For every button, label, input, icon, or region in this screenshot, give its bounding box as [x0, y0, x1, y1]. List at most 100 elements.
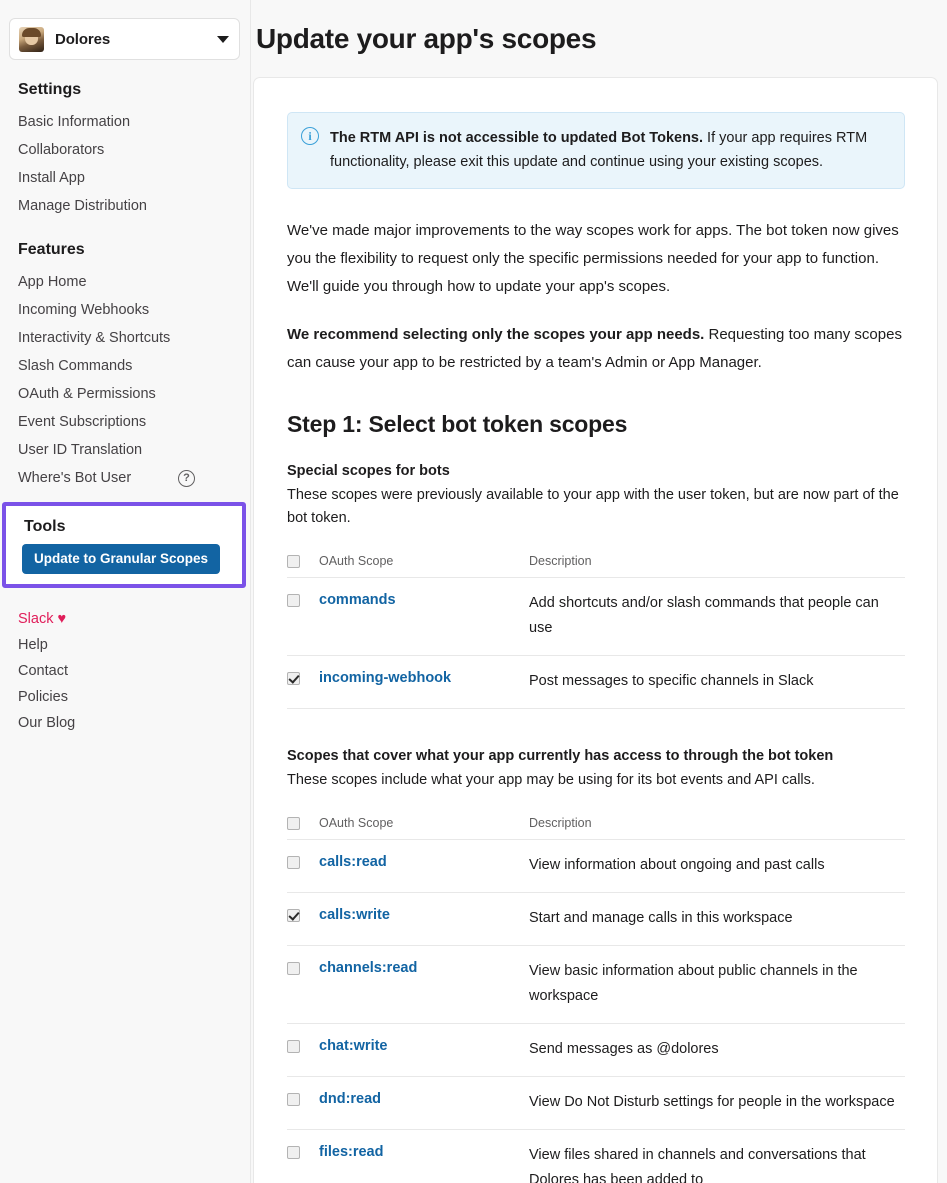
scope-checkbox-commands[interactable] [287, 594, 300, 607]
row-scope-cell: dnd:read [319, 1076, 529, 1130]
row-description-cell: Add shortcuts and/or slash commands that… [529, 577, 905, 656]
bot-token-scopes-title: Scopes that cover what your app currentl… [287, 748, 834, 764]
scope-checkbox-chat-write[interactable] [287, 1040, 300, 1053]
table-row: dnd:read View Do Not Disturb settings fo… [287, 1076, 905, 1130]
sidebar-item-basic-information[interactable]: Basic Information [0, 108, 250, 136]
footer-link-our-blog[interactable]: Our Blog [0, 710, 250, 736]
bot-token-scopes-table: OAuth Scope Description calls:read View … [287, 810, 905, 1183]
sidebar-item-interactivity-shortcuts[interactable]: Interactivity & Shortcuts [0, 324, 250, 352]
update-to-granular-scopes-button[interactable]: Update to Granular Scopes [22, 544, 221, 574]
footer-link-help[interactable]: Help [0, 632, 250, 658]
row-description-cell: View basic information about public chan… [529, 945, 905, 1024]
select-all-checkbox[interactable] [287, 817, 300, 830]
rtm-info-banner: i The RTM API is not accessible to updat… [287, 112, 905, 189]
chevron-down-icon[interactable] [217, 35, 229, 43]
row-scope-cell: chat:write [319, 1023, 529, 1077]
table-row: commands Add shortcuts and/or slash comm… [287, 577, 905, 656]
scope-link-channels-read[interactable]: channels:read [319, 960, 417, 976]
avatar [19, 26, 44, 52]
page-title: Update your app's scopes [256, 23, 597, 54]
select-all-checkbox[interactable] [287, 555, 300, 568]
sidebar-item-event-subscriptions[interactable]: Event Subscriptions [0, 408, 250, 436]
info-circle-icon: i [301, 127, 319, 145]
column-header-description: Description [529, 810, 905, 840]
row-checkbox-cell [287, 945, 319, 1024]
sidebar-item-slash-commands[interactable]: Slash Commands [0, 352, 250, 380]
select-all-header-cell [287, 810, 319, 840]
row-description-cell: View Do Not Disturb settings for people … [529, 1076, 905, 1130]
scope-checkbox-incoming-webhook[interactable] [287, 672, 300, 685]
scope-checkbox-calls-read[interactable] [287, 856, 300, 869]
table-row: files:read View files shared in channels… [287, 1129, 905, 1183]
sidebar-item-oauth-permissions[interactable]: OAuth & Permissions [0, 380, 250, 408]
team-name: Dolores [55, 30, 111, 48]
scope-link-files-read[interactable]: files:read [319, 1144, 383, 1160]
row-description-cell: View files shared in channels and conver… [529, 1129, 905, 1183]
footer-link-contact[interactable]: Contact [0, 658, 250, 684]
table-row: incoming-webhook Post messages to specif… [287, 655, 905, 709]
table-header-row: OAuth Scope Description [287, 548, 905, 578]
question-mark-icon[interactable]: ? [178, 469, 195, 487]
row-description-cell: Start and manage calls in this workspace [529, 892, 905, 946]
info-banner-bold: The RTM API is not accessible to updated… [330, 130, 704, 146]
sidebar-item-collaborators[interactable]: Collaborators [0, 136, 250, 164]
row-scope-cell: commands [319, 577, 529, 656]
scope-checkbox-dnd-read[interactable] [287, 1093, 300, 1106]
scope-link-calls-read[interactable]: calls:read [319, 854, 387, 870]
row-scope-cell: calls:write [319, 892, 529, 946]
row-scope-cell: incoming-webhook [319, 655, 529, 709]
column-header-oauth-scope: OAuth Scope [319, 810, 529, 840]
scope-link-chat-write[interactable]: chat:write [319, 1038, 388, 1054]
app-root: Dolores Settings Basic Information Colla… [0, 0, 947, 1183]
sidebar-section-features: Features App Home Incoming Webhooks Inte… [0, 241, 250, 492]
row-checkbox-cell [287, 1076, 319, 1130]
row-scope-cell: channels:read [319, 945, 529, 1024]
table-row: calls:read View information about ongoin… [287, 839, 905, 893]
special-scopes-title: Special scopes for bots [287, 463, 450, 479]
scope-checkbox-calls-write[interactable] [287, 909, 300, 922]
row-checkbox-cell [287, 1129, 319, 1183]
team-switcher[interactable]: Dolores [9, 18, 240, 60]
scope-checkbox-channels-read[interactable] [287, 962, 300, 975]
sidebar-item-app-home[interactable]: App Home [0, 268, 250, 296]
intro-paragraph-1: We've made major improvements to the way… [287, 222, 899, 295]
sidebar-item-incoming-webhooks[interactable]: Incoming Webhooks [0, 296, 250, 324]
table-header-row: OAuth Scope Description [287, 810, 905, 840]
scope-link-incoming-webhook[interactable]: incoming-webhook [319, 670, 451, 686]
scope-link-calls-write[interactable]: calls:write [319, 907, 390, 923]
tools-highlight-box: Tools Update to Granular Scopes [2, 502, 246, 588]
content-card: i The RTM API is not accessible to updat… [253, 77, 938, 1183]
recommend-bold: We recommend selecting only the scopes y… [287, 326, 705, 343]
footer-slack-label: Slack [18, 611, 54, 627]
row-checkbox-cell [287, 577, 319, 656]
sidebar-item-install-app[interactable]: Install App [0, 164, 250, 192]
scope-link-commands[interactable]: commands [319, 592, 396, 608]
row-checkbox-cell [287, 892, 319, 946]
sidebar-footer: Slack ♥ Help Contact Policies Our Blog [0, 606, 250, 736]
sidebar: Dolores Settings Basic Information Colla… [0, 0, 251, 1183]
info-banner-text: The RTM API is not accessible to updated… [330, 126, 890, 174]
bot-token-scopes-description: These scopes include what your app may b… [287, 772, 815, 788]
scope-checkbox-files-read[interactable] [287, 1146, 300, 1159]
scope-link-dnd-read[interactable]: dnd:read [319, 1091, 381, 1107]
footer-link-policies[interactable]: Policies [0, 684, 250, 710]
table-row: calls:write Start and manage calls in th… [287, 892, 905, 946]
select-all-header-cell [287, 548, 319, 578]
sidebar-item-manage-distribution[interactable]: Manage Distribution [0, 192, 250, 220]
sidebar-section-settings: Settings Basic Information Collaborators… [0, 81, 250, 220]
row-description-cell: Post messages to specific channels in Sl… [529, 655, 905, 709]
column-header-description: Description [529, 548, 905, 578]
sidebar-item-wheres-bot-user[interactable]: Where's Bot User ? [0, 464, 250, 492]
row-scope-cell: calls:read [319, 839, 529, 893]
row-checkbox-cell [287, 1023, 319, 1077]
intro-paragraph-2: We recommend selecting only the scopes y… [287, 321, 905, 377]
step-1-title: Step 1: Select bot token scopes [287, 411, 628, 437]
main-content: Update your app's scopes i The RTM API i… [251, 0, 947, 1183]
footer-link-slack[interactable]: Slack ♥ [0, 606, 250, 632]
sidebar-heading-settings: Settings [18, 81, 82, 98]
row-checkbox-cell [287, 839, 319, 893]
sidebar-item-user-id-translation[interactable]: User ID Translation [0, 436, 250, 464]
table-row: channels:read View basic information abo… [287, 945, 905, 1024]
column-header-oauth-scope: OAuth Scope [319, 548, 529, 578]
